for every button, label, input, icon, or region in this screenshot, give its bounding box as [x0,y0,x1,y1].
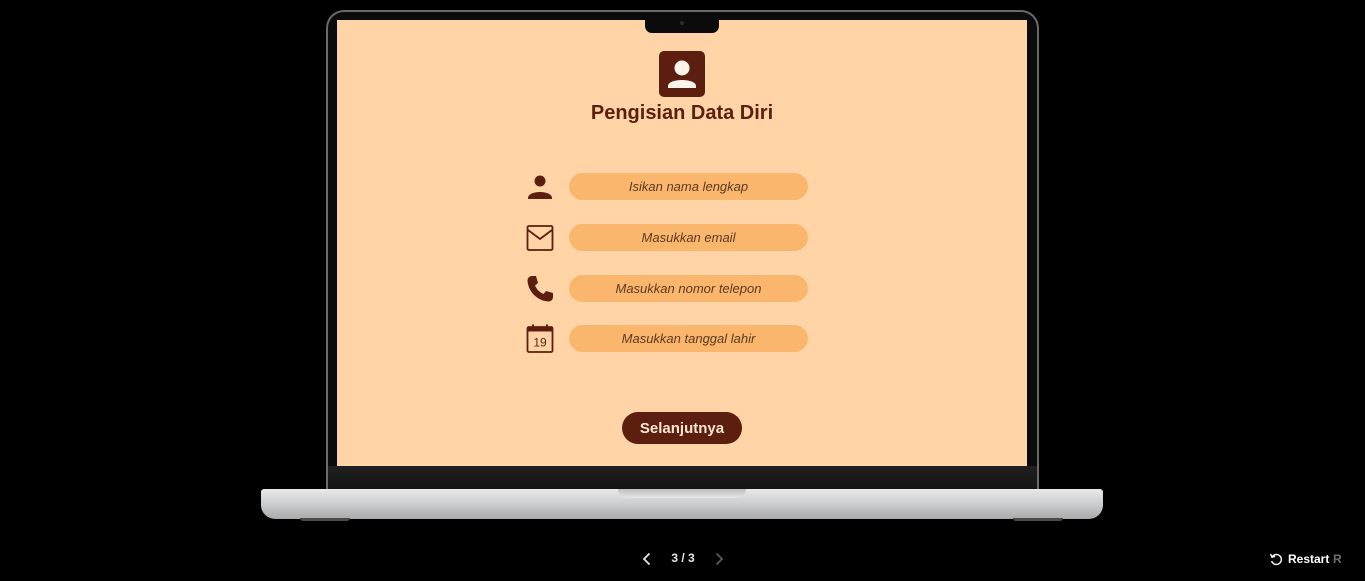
person-icon [525,172,555,202]
camera-notch [645,18,719,33]
laptop-hinge-notch [618,489,746,498]
chevron-right-icon[interactable] [710,550,728,568]
phone-input[interactable] [569,275,808,302]
phone-row [525,274,809,304]
pagination: 3 / 3 [638,548,730,570]
mail-icon [525,223,555,253]
chevron-left-icon[interactable] [638,550,656,568]
page-title: Pengisian Data Diri [590,102,774,124]
restart-button[interactable]: Restart R [1269,550,1349,568]
name-input[interactable] [569,173,808,200]
prototype-screen: Pengisian Data Diri Isikan nama lengkap … [337,20,1027,466]
laptop-chin [328,466,1037,490]
birthdate-row: 19 [525,324,809,354]
laptop-foot-right [1013,518,1063,521]
restart-label: Restart [1288,552,1330,566]
restart-icon [1269,552,1283,566]
phone-icon [525,274,555,304]
birthdate-input[interactable] [569,325,808,352]
profile-badge-icon [659,51,705,97]
next-button[interactable]: Selanjutnya [622,412,742,444]
email-row [525,223,809,253]
calendar-icon: 19 [525,324,555,354]
page-indicator: 3 / 3 [671,551,695,565]
name-row [525,172,809,202]
laptop-foot-left [300,518,350,521]
calendar-icon-day: 19 [533,336,547,350]
restart-shortcut: R [1333,552,1342,566]
camera-icon [680,21,684,25]
email-input[interactable] [569,224,808,251]
